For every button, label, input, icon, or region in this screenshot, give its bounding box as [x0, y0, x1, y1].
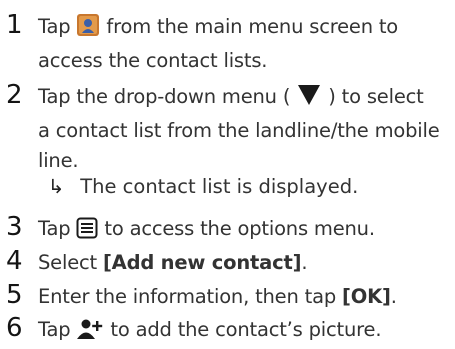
step-number: 5: [6, 280, 23, 310]
step-text-post: .: [301, 251, 308, 274]
step-text-bold: [OK]: [342, 285, 391, 308]
phonebook-app-icon: [76, 13, 100, 46]
step-text-post: from the main menu screen to: [106, 15, 399, 38]
menu-options-icon: [76, 217, 98, 248]
step-text: Tap to add the contact’s picture.: [38, 315, 453, 349]
step-text-post: to access the options menu.: [104, 217, 375, 240]
step-text-post: ) to select: [328, 85, 424, 108]
step-text-line2: access the contact lists.: [38, 49, 268, 72]
step-text: Tap to access the options menu.: [38, 214, 453, 248]
step-text-pre: Select: [38, 251, 97, 274]
add-contact-picture-icon: [76, 318, 104, 349]
result-note-text: The contact list is displayed.: [80, 175, 359, 198]
step-text-pre: Tap: [38, 217, 71, 240]
step-number: 2: [6, 80, 23, 110]
step-text-bold: [Add new contact]: [102, 251, 302, 274]
step-text: Tap from the main menu screen to access …: [38, 12, 453, 76]
step-text-post: .: [390, 285, 397, 308]
step-number: 6: [6, 313, 23, 343]
result-arrow-icon: ↳: [48, 175, 65, 198]
step-text-line2: a contact list from the landline/the mob…: [38, 119, 440, 142]
step-number: 4: [6, 246, 23, 276]
step-text-line3: line.: [38, 149, 79, 172]
dropdown-triangle-icon: [296, 83, 322, 116]
step-text-pre: Tap: [38, 15, 71, 38]
step-text-pre: Tap the drop-down menu (: [38, 85, 291, 108]
step-text: Enter the information, then tap [OK].: [38, 282, 453, 312]
step-text-post: to add the contact’s picture.: [110, 318, 382, 341]
step-text-pre: Tap: [38, 318, 71, 341]
step-text: Tap the drop-down menu ( ) to select a c…: [38, 82, 453, 176]
step-text: Select [Add new contact].: [38, 248, 453, 278]
step-text-pre: Enter the information, then tap: [38, 285, 337, 308]
step-number: 3: [6, 212, 23, 242]
result-note: ↳ The contact list is displayed.: [48, 172, 448, 202]
step-number: 1: [6, 10, 23, 40]
